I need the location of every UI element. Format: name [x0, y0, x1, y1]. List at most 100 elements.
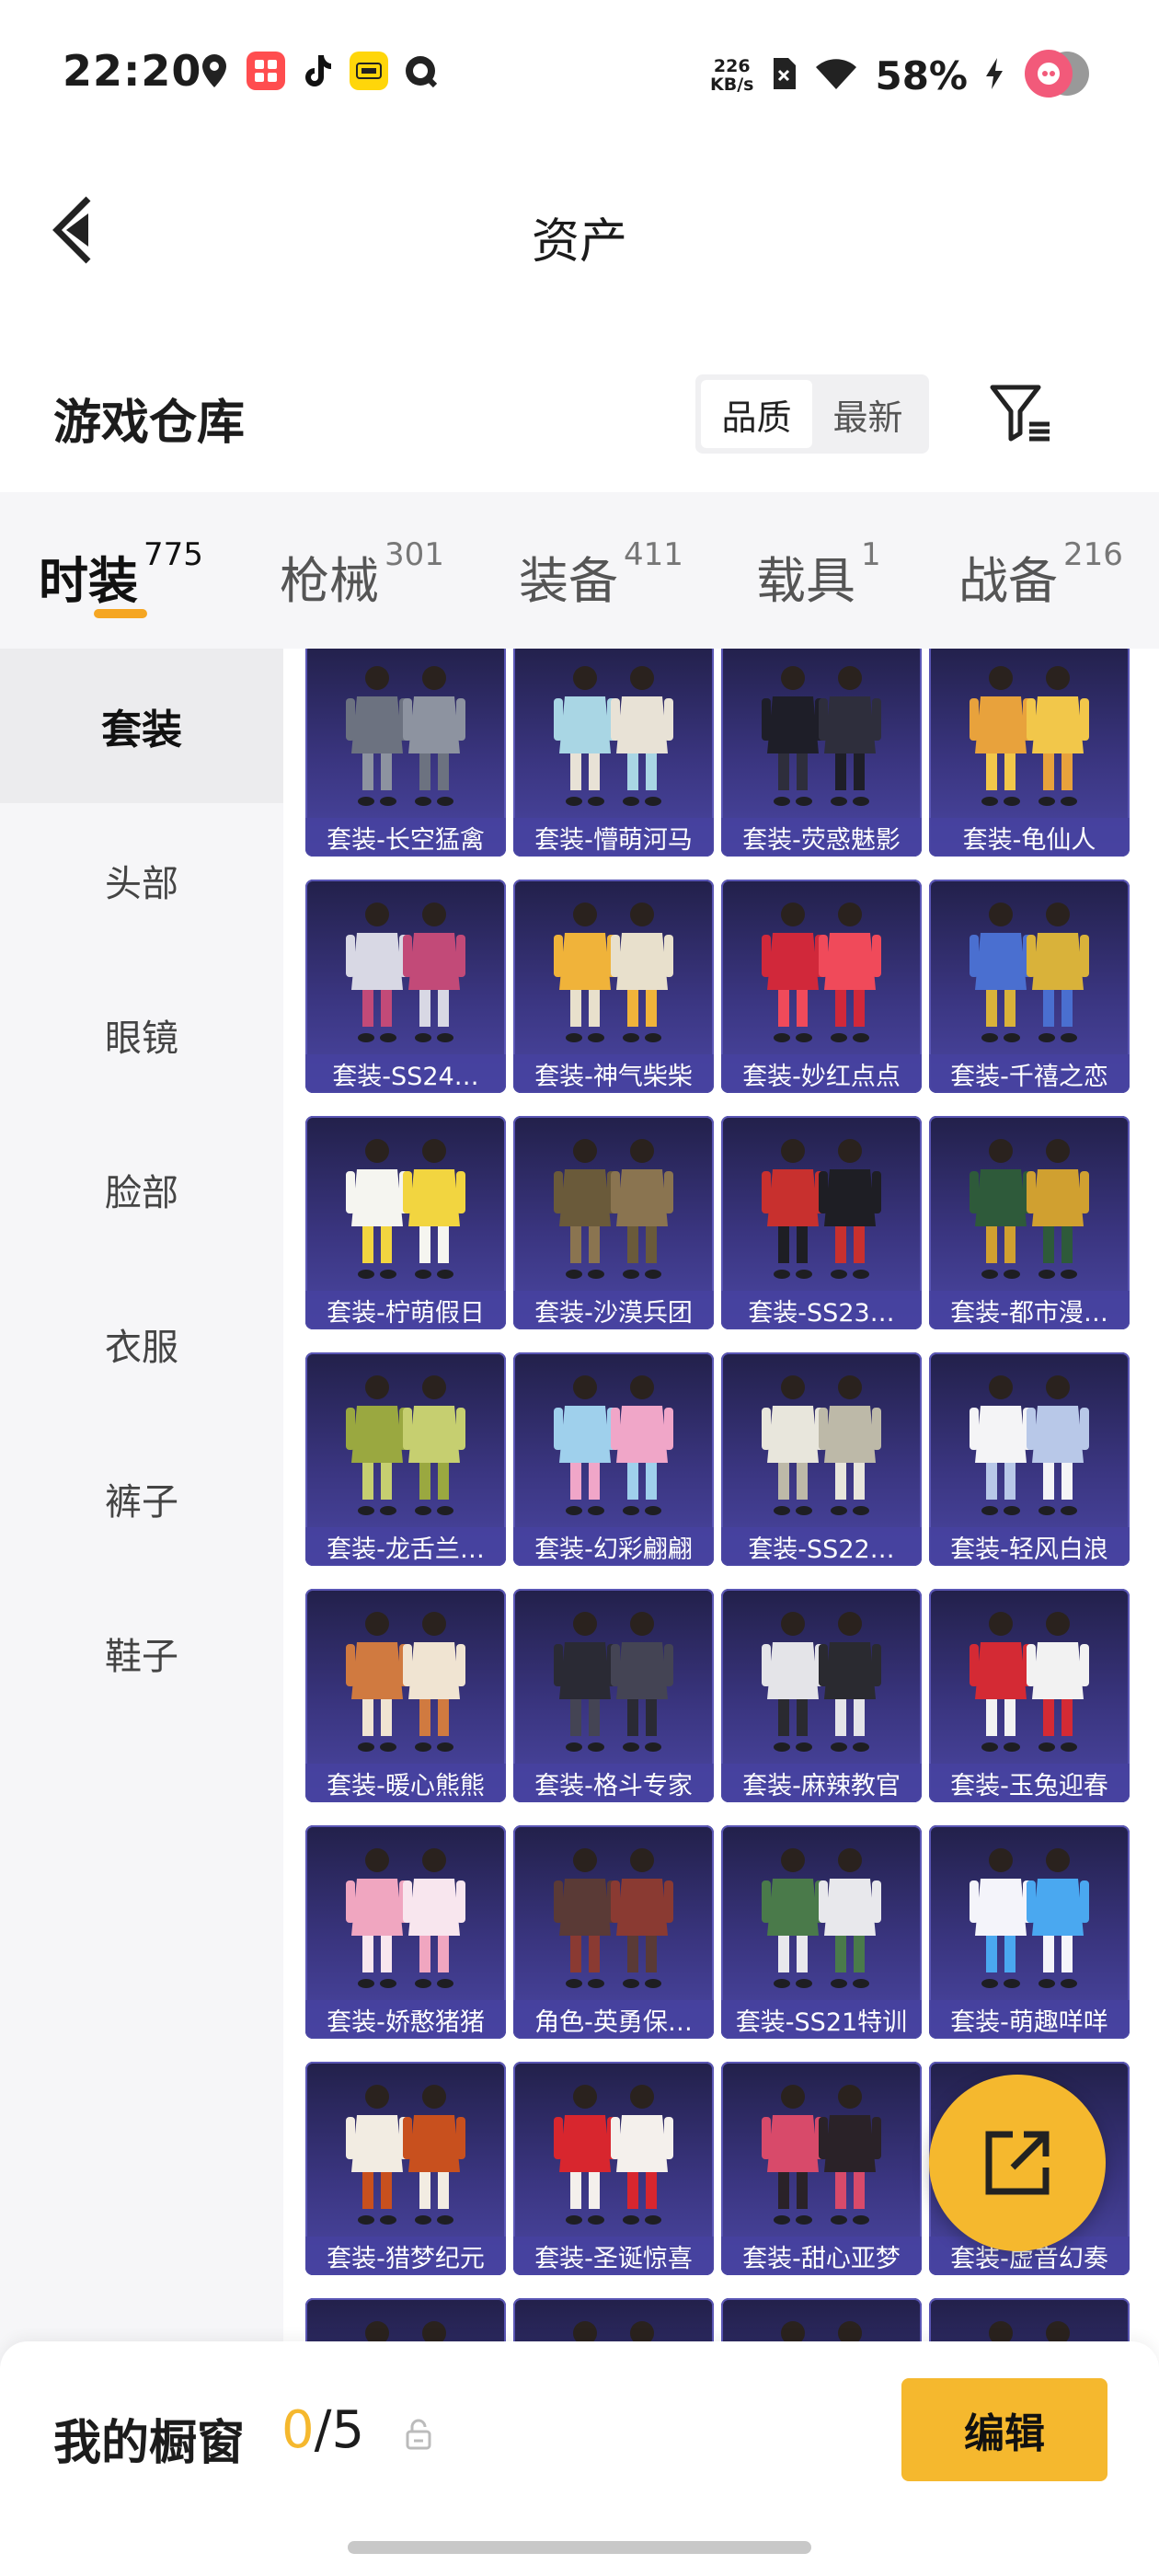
outfit-name: 套装-甜心亚梦 [721, 2237, 922, 2275]
outfit-card[interactable]: 套装-玉兔迎春 [929, 1589, 1130, 1802]
outfit-card[interactable]: 套装-SS23… [721, 1116, 922, 1329]
category-tabs: 时装 775 枪械 301 装备 411 载具 1 战备 216 [0, 492, 1159, 649]
outfit-thumbnail [989, 2321, 1070, 2341]
showcase-count: 0/5 [281, 2400, 364, 2460]
outfit-thumbnail [346, 1375, 465, 1515]
outfit-name: 角色-英勇保… [513, 2000, 714, 2039]
outfit-card[interactable]: 套装-妙红点点 [721, 880, 922, 1093]
outfit-thumbnail [554, 666, 673, 806]
outfit-card[interactable]: 套装-荧惑魅影 [721, 649, 922, 857]
outfit-name: 套装-SS23… [721, 1291, 922, 1329]
outfit-card[interactable]: 套装-甜心亚梦 [721, 2062, 922, 2275]
outfit-card[interactable]: 套装-麻辣教官 [721, 1589, 922, 1802]
outfit-name: 套装-猎梦纪元 [305, 2237, 506, 2275]
sidebar-item-suit[interactable]: 套装 [0, 649, 283, 803]
sidebar-item-pants[interactable]: 裤子 [0, 1421, 283, 1576]
outfit-card[interactable]: 套装-沙漠兵团 [513, 1116, 714, 1329]
sidebar-item-shoes[interactable]: 鞋子 [0, 1576, 283, 1731]
outfit-thumbnail [970, 1375, 1089, 1515]
outfit-thumbnail [762, 1139, 881, 1279]
outfit-thumbnail [762, 2085, 881, 2225]
outfit-card[interactable]: 套装-龟仙人 [929, 649, 1130, 857]
home-indicator[interactable] [348, 2541, 811, 2554]
sidebar-item-glasses[interactable]: 眼镜 [0, 958, 283, 1112]
outfit-card[interactable]: 套装-幻彩翩翩 [513, 1352, 714, 1566]
outfit-thumbnail [554, 1612, 673, 1752]
outfit-thumbnail [970, 1848, 1089, 1988]
quark-icon [401, 52, 440, 90]
outfit-name: 套装-妙红点点 [721, 1054, 922, 1093]
outfit-card[interactable]: 套装-SS22… [721, 1352, 922, 1566]
outfit-card[interactable]: 套装-格斗专家 [513, 1589, 714, 1802]
active-tab-indicator [94, 609, 147, 618]
outfit-card[interactable] [513, 2298, 714, 2341]
outfit-card[interactable]: 套装-萌趣咩咩 [929, 1825, 1130, 2039]
sort-quality-button[interactable]: 品质 [701, 380, 812, 448]
status-time: 22:20 [63, 46, 202, 96]
share-button[interactable] [929, 2075, 1106, 2251]
tab-label: 载具 [756, 552, 855, 610]
edit-button[interactable]: 编辑 [901, 2378, 1107, 2481]
notification-icons [195, 52, 440, 90]
network-speed-value: 226 [713, 56, 751, 76]
outfit-card[interactable]: 套装-千禧之恋 [929, 880, 1130, 1093]
outfit-name: 套装-荧惑魅影 [721, 818, 922, 857]
outfit-card[interactable]: 套装-神气柴柴 [513, 880, 714, 1093]
outfit-thumbnail [346, 903, 465, 1042]
tab-fashion[interactable]: 时装 775 [39, 536, 203, 613]
sort-latest-button[interactable]: 最新 [812, 380, 924, 448]
outfit-thumbnail [554, 2085, 673, 2225]
outfit-card[interactable]: 套装-猎梦纪元 [305, 2062, 506, 2275]
sort-toggle: 品质 最新 [695, 374, 929, 454]
outfit-card[interactable] [721, 2298, 922, 2341]
outfit-card[interactable]: 套装-SS21特训 [721, 1825, 922, 2039]
outfit-name: 套装-玉兔迎春 [929, 1764, 1130, 1802]
sidebar-item-clothes[interactable]: 衣服 [0, 1267, 283, 1421]
outfit-card[interactable] [305, 2298, 506, 2341]
outfit-name: 套装-沙漠兵团 [513, 1291, 714, 1329]
tab-vehicles[interactable]: 载具 1 [756, 536, 881, 613]
outfit-name: 套装-龟仙人 [929, 818, 1130, 857]
outfit-thumbnail [970, 666, 1089, 806]
outfit-name: 套装-娇憨猪猪 [305, 2000, 506, 2039]
lock-icon [405, 2419, 432, 2450]
xiaohongshu-icon [247, 52, 285, 90]
outfit-card[interactable]: 套装-娇憨猪猪 [305, 1825, 506, 2039]
outfit-card[interactable]: 套装-暖心熊熊 [305, 1589, 506, 1802]
tiktok-icon [298, 52, 337, 90]
outfit-name: 套装-懵萌河马 [513, 818, 714, 857]
outfit-thumbnail [970, 903, 1089, 1042]
location-icon [195, 52, 234, 90]
outfit-card[interactable]: 套装-圣诞惊喜 [513, 2062, 714, 2275]
outfit-card[interactable]: 套装-龙舌兰… [305, 1352, 506, 1566]
outfit-thumbnail [346, 1848, 465, 1988]
outfit-name: 套装-SS24… [305, 1054, 506, 1093]
no-sim-icon [770, 56, 798, 95]
outfit-card[interactable]: 套装-长空猛禽 [305, 649, 506, 857]
outfit-card[interactable]: 角色-英勇保… [513, 1825, 714, 2039]
outfit-name: 套装-格斗专家 [513, 1764, 714, 1802]
outfit-thumbnail [346, 1139, 465, 1279]
sidebar-item-face[interactable]: 脸部 [0, 1112, 283, 1267]
filter-button[interactable] [989, 382, 1055, 448]
outfit-name: 套装-暖心熊熊 [305, 1764, 506, 1802]
outfit-thumbnail [554, 1375, 673, 1515]
tab-equipment[interactable]: 装备 411 [519, 536, 683, 613]
outfit-name: 套装-柠萌假日 [305, 1291, 506, 1329]
outfit-card[interactable]: 套装-柠萌假日 [305, 1116, 506, 1329]
outfit-card[interactable] [929, 2298, 1130, 2341]
showcase-current: 0 [281, 2400, 315, 2460]
outfit-thumbnail [781, 2321, 862, 2341]
outfit-card[interactable]: 套装-都市漫… [929, 1116, 1130, 1329]
outfit-card[interactable]: 套装-轻风白浪 [929, 1352, 1130, 1566]
outfit-thumbnail [762, 1375, 881, 1515]
sidebar-item-head[interactable]: 头部 [0, 803, 283, 958]
filter-icon [990, 385, 1050, 442]
outfit-thumbnail [762, 903, 881, 1042]
tab-combat-gear[interactable]: 战备 216 [958, 536, 1123, 613]
outfit-card[interactable]: 套装-SS24… [305, 880, 506, 1093]
outfit-thumbnail [970, 1612, 1089, 1752]
tab-label: 装备 [519, 552, 618, 610]
tab-guns[interactable]: 枪械 301 [280, 536, 444, 613]
outfit-card[interactable]: 套装-懵萌河马 [513, 649, 714, 857]
